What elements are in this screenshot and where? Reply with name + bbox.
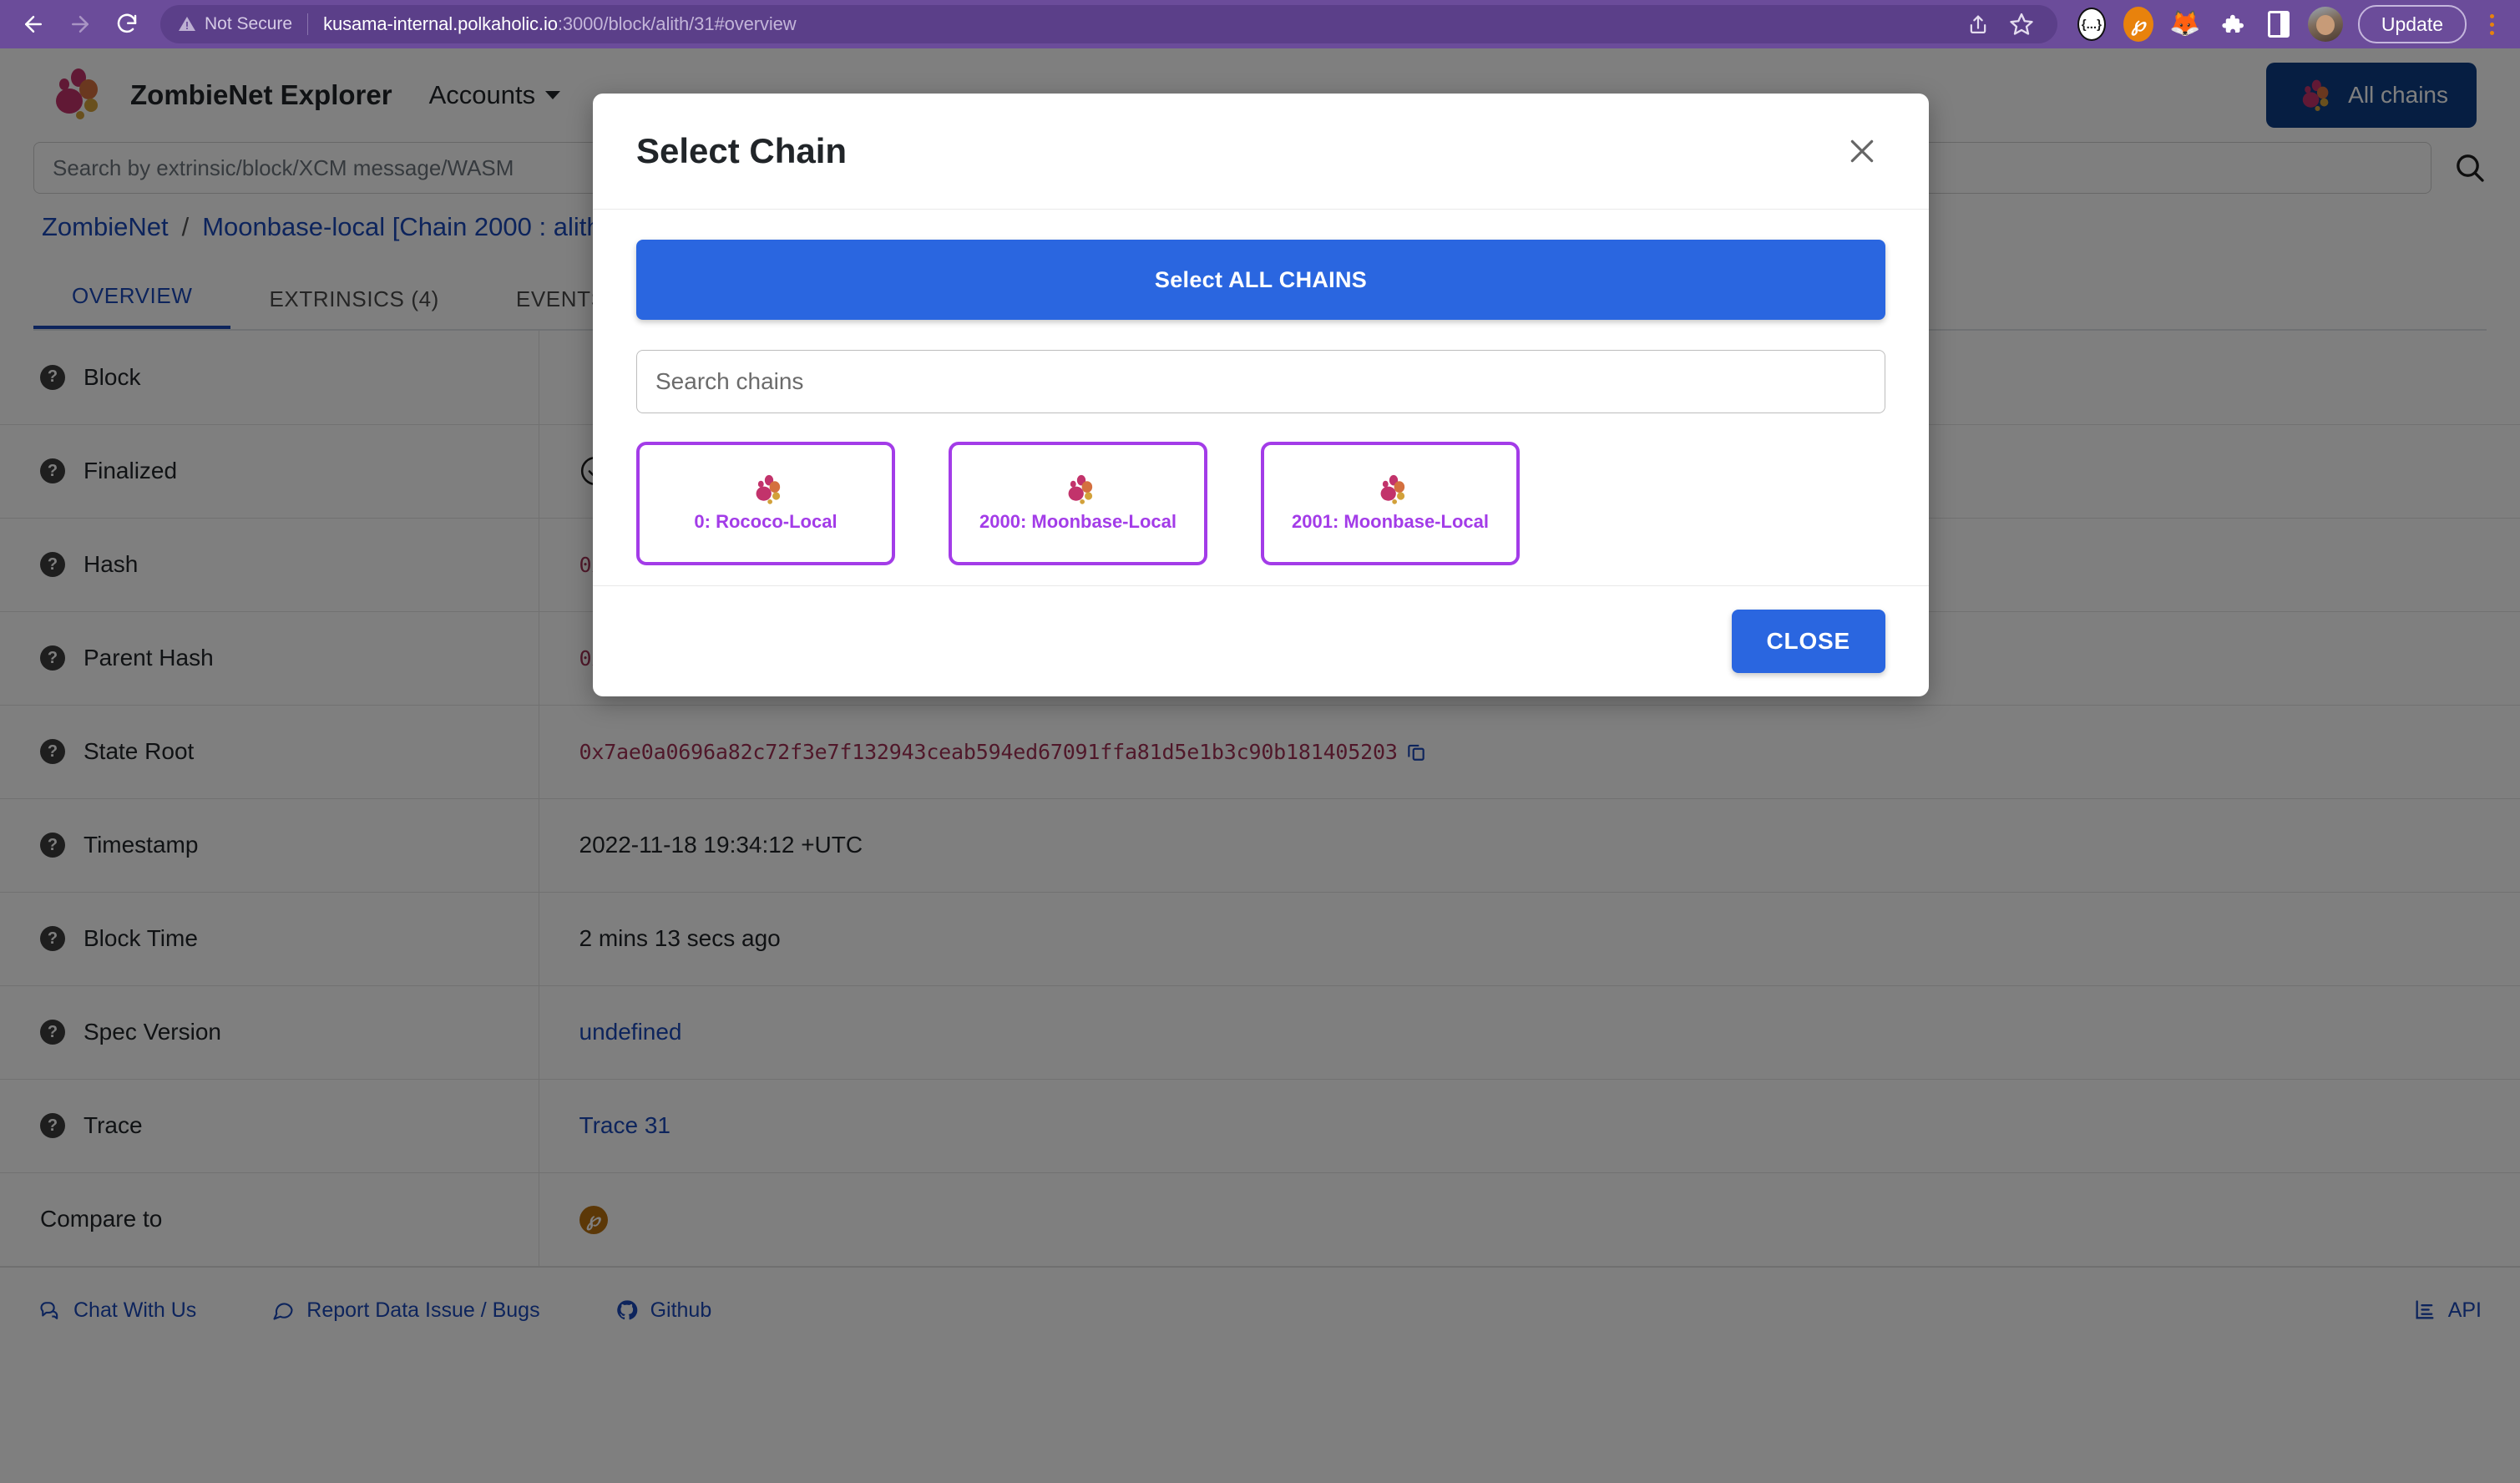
- security-label: Not Secure: [205, 14, 293, 33]
- bookmark-button[interactable]: [2002, 5, 2041, 43]
- metamask-extension-icon: 🦊: [2169, 10, 2201, 38]
- star-icon: [2010, 13, 2033, 35]
- back-arrow-icon: [25, 16, 42, 33]
- extension-json-viewer-button[interactable]: {...}: [2072, 5, 2111, 43]
- side-panel-button[interactable]: [2259, 5, 2298, 43]
- share-button[interactable]: [1959, 5, 1997, 43]
- polkadot-extension-icon: ℘: [2123, 7, 2153, 42]
- extension-polkadot-button[interactable]: ℘: [2119, 5, 2158, 43]
- json-viewer-extension-icon: {...}: [2077, 8, 2106, 41]
- chain-card-moonbase-local-2000[interactable]: 2000: Moonbase-Local: [949, 442, 1207, 565]
- security-indicator[interactable]: Not Secure: [177, 14, 292, 34]
- extensions-menu-button[interactable]: [2213, 5, 2251, 43]
- polkadot-chain-logo: [1068, 474, 1093, 504]
- chain-list: 0: Rococo-Local 2000: Moonbase-Local 200…: [636, 442, 1885, 565]
- warning-triangle-icon: [179, 17, 195, 31]
- browser-extensions-area: {...} ℘ 🦊 Update: [2072, 5, 2508, 43]
- dialog-close-button[interactable]: CLOSE: [1731, 610, 1885, 673]
- profile-button[interactable]: [2306, 5, 2345, 43]
- url-path: :3000/block/alith/31#overview: [557, 13, 797, 34]
- address-bar[interactable]: Not Secure kusama-internal.polkaholic.io…: [160, 5, 2057, 43]
- extension-metamask-button[interactable]: 🦊: [2166, 5, 2204, 43]
- polkadot-chain-logo: [756, 474, 781, 504]
- omnibox-actions: [1946, 5, 2041, 43]
- back-button[interactable]: [12, 3, 55, 46]
- browser-menu-button[interactable]: [2475, 5, 2508, 43]
- dialog-header: Select Chain: [593, 94, 1929, 209]
- close-x-icon: [1850, 139, 1874, 163]
- forward-button[interactable]: [58, 3, 102, 46]
- dialog-footer: CLOSE: [593, 586, 1929, 696]
- chain-card-rococo-local[interactable]: 0: Rococo-Local: [636, 442, 895, 565]
- browser-toolbar: Not Secure kusama-internal.polkaholic.io…: [0, 0, 2520, 48]
- chain-card-moonbase-local-2001[interactable]: 2001: Moonbase-Local: [1261, 442, 1520, 565]
- browser-nav-buttons: [12, 3, 149, 46]
- share-icon: [1970, 15, 1986, 34]
- omnibox-divider: [307, 13, 309, 35]
- chain-card-label: 0: Rococo-Local: [694, 511, 837, 532]
- chain-card-label: 2001: Moonbase-Local: [1292, 511, 1489, 532]
- side-panel-icon: [2267, 11, 2290, 38]
- profile-avatar: [2307, 7, 2343, 42]
- select-all-chains-button[interactable]: Select ALL CHAINS: [636, 240, 1885, 320]
- dialog-close-x-button[interactable]: [1839, 128, 1885, 175]
- chain-search-input[interactable]: Search chains: [636, 350, 1885, 413]
- url-host: kusama-internal.polkaholic.io: [323, 13, 558, 34]
- polkadot-chain-logo: [1380, 474, 1405, 504]
- reload-icon: [117, 13, 137, 33]
- dialog-title: Select Chain: [636, 131, 848, 170]
- reload-button[interactable]: [105, 3, 149, 46]
- chain-card-label: 2000: Moonbase-Local: [979, 511, 1177, 532]
- puzzle-extensions-icon: [2222, 14, 2244, 33]
- dialog-body: Select ALL CHAINS Search chains 0: Rococ…: [593, 209, 1929, 586]
- select-chain-dialog: Select Chain Select ALL CHAINS Search ch…: [593, 94, 1929, 696]
- update-button[interactable]: Update: [2357, 5, 2467, 43]
- url-text: kusama-internal.polkaholic.io:3000/block…: [323, 13, 797, 35]
- kebab-menu-icon: [2489, 13, 2494, 18]
- forward-arrow-icon: [72, 16, 89, 33]
